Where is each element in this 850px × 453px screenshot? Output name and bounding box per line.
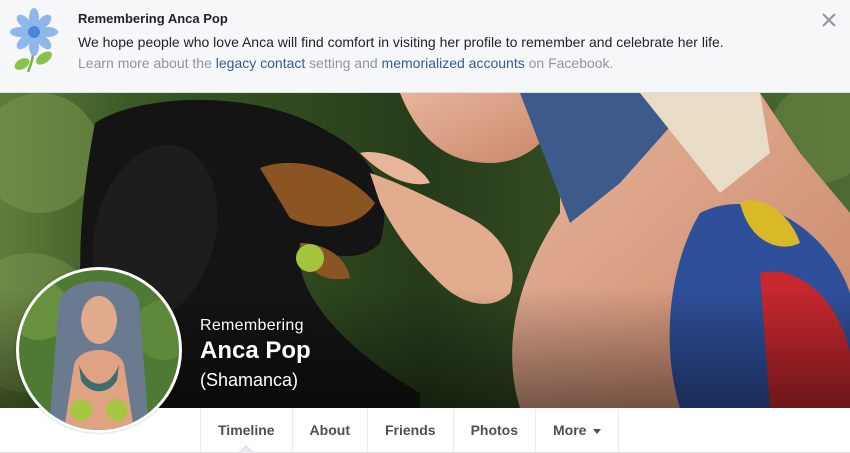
tab-photos[interactable]: Photos [452, 408, 535, 452]
memorialized-accounts-link[interactable]: memorialized accounts [382, 55, 525, 71]
legacy-contact-link[interactable]: legacy contact [216, 55, 306, 71]
learn-middle: setting and [305, 55, 382, 71]
banner-learn-more: Learn more about the legacy contact sett… [78, 55, 613, 71]
tab-friends-label: Friends [384, 422, 436, 438]
tab-timeline[interactable]: Timeline [200, 408, 292, 453]
tab-more[interactable]: More [535, 408, 620, 452]
tab-more-label: More [553, 422, 587, 438]
memorial-banner: Remembering Anca Pop We hope people who … [0, 0, 850, 93]
active-tab-notch-inner [240, 447, 253, 453]
tab-about[interactable]: About [291, 408, 367, 452]
caret-down-icon [593, 428, 602, 434]
banner-title: Remembering Anca Pop [78, 11, 228, 26]
learn-prefix: Learn more about the [78, 55, 216, 71]
profile-name[interactable]: Anca Pop [200, 337, 311, 365]
avatar-image [19, 270, 179, 430]
remembering-label: Remembering [200, 317, 304, 334]
profile-avatar[interactable] [16, 267, 182, 433]
memorial-flower-icon [10, 8, 58, 73]
tab-photos-label: Photos [470, 422, 519, 438]
banner-message: We hope people who love Anca will find c… [78, 34, 724, 50]
tab-timeline-label: Timeline [218, 422, 275, 438]
profile-alternate-name: (Shamanca) [200, 370, 299, 390]
tab-about-label: About [309, 422, 350, 438]
learn-suffix: on Facebook. [524, 55, 614, 71]
profile-tabs: Timeline About Friends Photos More [200, 408, 620, 453]
close-icon[interactable] [820, 11, 838, 29]
tab-friends[interactable]: Friends [366, 408, 453, 452]
